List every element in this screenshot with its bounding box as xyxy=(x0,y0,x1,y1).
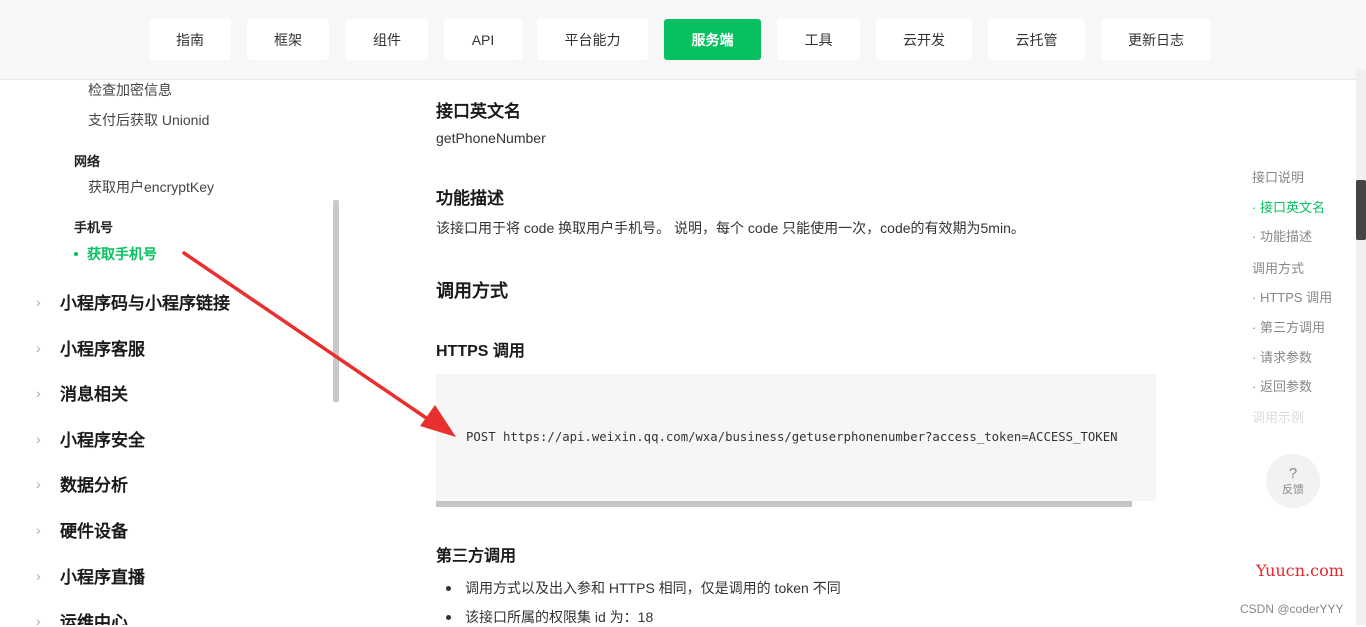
chevron-right-icon: › xyxy=(36,567,41,584)
tab-cloud-hosting[interactable]: 云托管 xyxy=(988,19,1085,60)
watermark-author: CSDN @coderYYY xyxy=(1240,602,1344,616)
chevron-right-icon: › xyxy=(36,293,41,310)
main-content: 接口英文名 getPhoneNumber 功能描述 该接口用于将 code 换取… xyxy=(340,80,1220,625)
tab-platform[interactable]: 平台能力 xyxy=(537,19,648,60)
code-scrollbar[interactable] xyxy=(436,501,1132,507)
sidebar-item-message[interactable]: › 消息相关 xyxy=(36,380,128,405)
toc-item[interactable]: · 返回参数 xyxy=(1252,376,1312,395)
list-item: 调用方式以及出入参和 HTTPS 相同，仅是调用的 token 不同 xyxy=(446,578,841,598)
desc-heading: 功能描述 xyxy=(436,189,504,208)
sidebar-item-analytics[interactable]: › 数据分析 xyxy=(36,471,128,496)
question-icon: ? xyxy=(1288,464,1298,482)
toc-item[interactable]: 调用示例 xyxy=(1252,407,1304,426)
sidebar-item-live[interactable]: › 小程序直播 xyxy=(36,563,145,588)
chevron-right-icon: › xyxy=(36,384,41,401)
sidebar-item-get-phone[interactable]: 获取手机号 xyxy=(74,244,157,264)
sidebar-item-label: 数据分析 xyxy=(60,476,128,495)
third-party-heading: 第三方调用 xyxy=(436,548,517,565)
sidebar-item-label: 硬件设备 xyxy=(60,522,128,541)
tab-cloud-dev[interactable]: 云开发 xyxy=(876,19,972,60)
call-heading: 调用方式 xyxy=(436,281,508,301)
active-dot-icon xyxy=(74,252,78,256)
chevron-right-icon: › xyxy=(36,339,41,356)
watermark-site: Yuucn.com xyxy=(1256,561,1344,580)
sidebar-item-label: 消息相关 xyxy=(60,385,128,404)
sidebar-group-network: 网络 xyxy=(74,154,101,169)
sidebar-item-customer-service[interactable]: › 小程序客服 xyxy=(36,335,145,360)
sidebar-item-check-encrypted[interactable]: 检查加密信息 xyxy=(88,80,172,100)
tab-guide[interactable]: 指南 xyxy=(149,19,231,60)
toc-item[interactable]: 调用方式 xyxy=(1252,258,1304,277)
tab-server[interactable]: 服务端 xyxy=(664,19,761,60)
tab-framework[interactable]: 框架 xyxy=(247,19,329,60)
toc-item[interactable]: · HTTPS 调用 xyxy=(1252,287,1332,306)
tab-tools[interactable]: 工具 xyxy=(777,19,860,60)
code-block: POST https://api.weixin.qq.com/wxa/busin… xyxy=(436,374,1156,501)
sidebar-item-label: 小程序码与小程序链接 xyxy=(60,294,230,313)
sidebar-item-label: 获取手机号 xyxy=(87,246,157,262)
toc-item[interactable]: 接口说明 xyxy=(1252,167,1304,186)
tab-api[interactable]: API xyxy=(444,19,522,60)
feedback-label: 反馈 xyxy=(1282,483,1304,496)
page-scrollbar-thumb[interactable] xyxy=(1356,180,1366,240)
toc-item[interactable]: · 功能描述 xyxy=(1252,226,1312,245)
https-heading: HTTPS 调用 xyxy=(436,343,525,360)
sidebar-item-ops[interactable]: › 运维中心 xyxy=(36,608,128,626)
feedback-button[interactable]: ? 反馈 xyxy=(1266,454,1320,508)
sidebar-item-unionid[interactable]: 支付后获取 Unionid xyxy=(88,110,209,130)
chevron-right-icon: › xyxy=(36,612,41,626)
sidebar-item-hardware[interactable]: › 硬件设备 xyxy=(36,517,128,542)
toc-item-active[interactable]: · 接口英文名 xyxy=(1252,197,1325,216)
desc-text: 该接口用于将 code 换取用户手机号。 说明，每个 code 只能使用一次，c… xyxy=(436,220,1025,236)
top-nav: 指南 框架 组件 API 平台能力 服务端 工具 云开发 云托管 更新日志 xyxy=(0,0,1366,80)
list-item-text: 该接口所属的权限集 id 为：18 xyxy=(465,609,654,625)
tab-components[interactable]: 组件 xyxy=(346,19,428,60)
tab-changelog[interactable]: 更新日志 xyxy=(1101,19,1211,60)
sidebar: 检查加密信息 支付后获取 Unionid 网络 获取用户encryptKey 手… xyxy=(0,80,335,625)
sidebar-item-encrypt-key[interactable]: 获取用户encryptKey xyxy=(88,177,214,197)
chevron-right-icon: › xyxy=(36,475,41,492)
page-scrollbar[interactable] xyxy=(1356,70,1366,625)
code-line: POST https://api.weixin.qq.com/wxa/busin… xyxy=(466,430,1118,444)
sidebar-item-label: 小程序直播 xyxy=(60,568,145,587)
bullet-icon xyxy=(446,585,451,591)
sidebar-item-label: 小程序客服 xyxy=(60,340,145,359)
sidebar-scrollbar[interactable] xyxy=(333,200,339,402)
list-item-text: 调用方式以及出入参和 HTTPS 相同，仅是调用的 token 不同 xyxy=(465,580,841,596)
sidebar-item-label: 小程序安全 xyxy=(60,431,145,450)
sidebar-item-security[interactable]: › 小程序安全 xyxy=(36,426,145,451)
toc-item[interactable]: · 请求参数 xyxy=(1252,347,1312,366)
api-name-value: getPhoneNumber xyxy=(436,130,546,146)
list-item: 该接口所属的权限集 id 为：18 xyxy=(446,607,653,627)
sidebar-item-label: 运维中心 xyxy=(60,613,128,625)
bullet-icon xyxy=(446,614,451,620)
sidebar-group-phone: 手机号 xyxy=(74,220,114,235)
toc-item[interactable]: · 第三方调用 xyxy=(1252,317,1325,336)
api-name-heading: 接口英文名 xyxy=(436,102,521,121)
chevron-right-icon: › xyxy=(36,430,41,447)
chevron-right-icon: › xyxy=(36,521,41,538)
sidebar-item-qrcode[interactable]: › 小程序码与小程序链接 xyxy=(36,289,230,314)
